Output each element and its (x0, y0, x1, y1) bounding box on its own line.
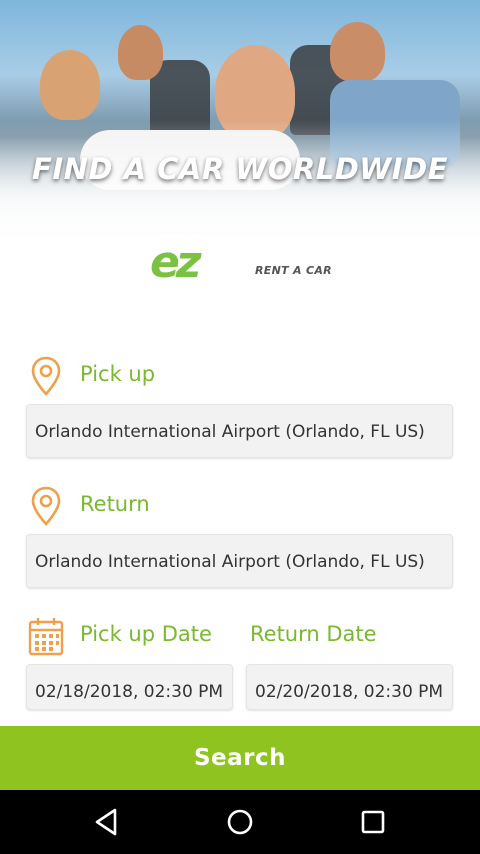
pickup-location-input[interactable]: Orlando International Airport (Orlando, … (26, 404, 453, 458)
pickup-date-input[interactable]: 02/18/2018, 02:30 PM (26, 664, 233, 710)
logo-subtitle: RENT A CAR (255, 264, 332, 277)
pickup-date-label: Pick up Date (80, 622, 212, 646)
system-navigation-bar (0, 790, 480, 854)
driver-image (330, 22, 385, 82)
location-pin-icon (31, 486, 61, 526)
ez-logo: ez RENT A CAR (150, 240, 340, 290)
location-pin-icon (31, 356, 61, 396)
return-date-input[interactable]: 02/20/2018, 02:30 PM (246, 664, 453, 710)
search-button[interactable]: Search (0, 726, 480, 790)
pickup-label: Pick up (80, 362, 156, 386)
return-label: Return (80, 492, 150, 516)
recents-icon[interactable] (353, 804, 393, 840)
hero-banner: FIND A CAR WORLDWIDE (0, 0, 480, 250)
home-icon[interactable] (220, 804, 260, 840)
passenger-image (118, 25, 163, 80)
hero-title: FIND A CAR WORLDWIDE (32, 152, 448, 186)
return-date-label: Return Date (250, 622, 377, 646)
logo-mark: ez (150, 237, 201, 288)
return-location-input[interactable]: Orlando International Airport (Orlando, … (26, 534, 453, 588)
calendar-icon (28, 618, 64, 656)
back-icon[interactable] (87, 804, 127, 840)
passenger-image (40, 50, 100, 120)
